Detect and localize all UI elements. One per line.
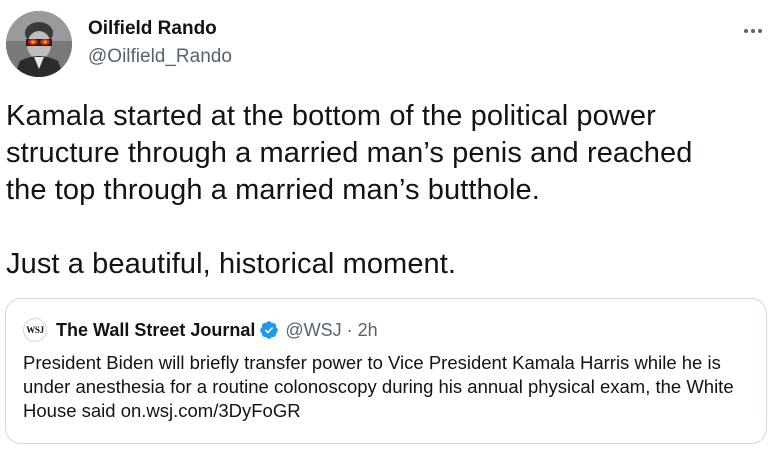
quoted-tweet-header: WSJ The Wall Street Journal @WSJ · 2h	[23, 317, 378, 343]
quoted-tweet-time[interactable]: 2h	[358, 320, 378, 341]
wsj-logo-icon: WSJ	[23, 318, 47, 342]
quoted-author-name[interactable]: The Wall Street Journal	[56, 320, 255, 341]
author-handle[interactable]: @Oilfield_Rando	[88, 45, 232, 69]
author-display-name[interactable]: Oilfield Rando	[88, 17, 217, 41]
more-dot	[744, 29, 748, 33]
more-dot	[751, 29, 755, 33]
tweet-text: Kamala started at the bottom of the poli…	[6, 100, 693, 280]
quoted-tweet-text: President Biden will briefly transfer po…	[23, 352, 734, 421]
verified-badge-icon	[259, 320, 279, 340]
more-dot	[758, 29, 762, 33]
more-options-icon[interactable]	[738, 18, 768, 44]
header-separator: ·	[346, 319, 353, 340]
quoted-author-handle[interactable]: @WSJ	[285, 320, 341, 341]
quoted-tweet-card[interactable]: WSJ The Wall Street Journal @WSJ · 2h Pr…	[5, 298, 767, 444]
avatar-image	[6, 11, 72, 77]
author-avatar[interactable]	[6, 11, 72, 77]
tweet: Oilfield Rando @Oilfield_Rando Kamala st…	[0, 0, 777, 457]
